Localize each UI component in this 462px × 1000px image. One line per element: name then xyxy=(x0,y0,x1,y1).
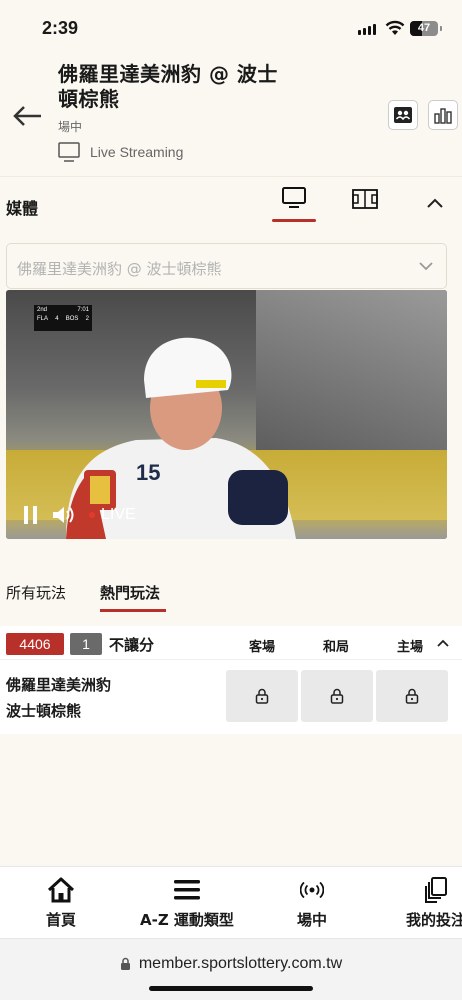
market-header[interactable]: 4406 1 不讓分 客場 和局 主場 xyxy=(0,626,462,660)
away-score: 4 xyxy=(55,316,59,322)
nav-my-bets-label: 我的投注 xyxy=(406,911,462,929)
tab-popular-markets[interactable]: 熱門玩法 xyxy=(100,582,160,603)
scoreboard: 2nd 7:01 FLA 4 BOS 2 xyxy=(34,305,92,331)
away-team-name: 佛羅里達美洲豹 xyxy=(6,676,112,694)
wifi-icon xyxy=(385,20,405,35)
nav-sports-az[interactable]: A-Z 運動類型 xyxy=(140,877,234,930)
bar-chart-icon xyxy=(434,108,452,124)
market-code-badge: 4406 xyxy=(6,633,64,655)
page-title: 佛羅里達美洲豹 @ 波士頓棕熊 xyxy=(58,62,278,111)
nav-home[interactable]: 首頁 xyxy=(46,877,76,930)
bet-type-tabs: 所有玩法 熱門玩法 xyxy=(0,560,462,616)
column-draw: 和局 xyxy=(323,640,350,655)
battery-level: 47 xyxy=(417,22,431,34)
home-icon xyxy=(47,877,75,903)
home-team-abbr: BOS xyxy=(65,316,79,322)
video-player[interactable]: 15 2nd 7:01 FLA 4 BOS 2 LIVE xyxy=(6,290,447,539)
tab-all-markets[interactable]: 所有玩法 xyxy=(6,582,66,603)
video-controls: LIVE xyxy=(24,505,136,525)
video-tab-indicator xyxy=(272,219,316,222)
stream-select[interactable]: 佛羅里達美洲豹 @ 波士頓棕熊 xyxy=(6,243,447,289)
nav-in-play[interactable]: 場中 xyxy=(297,877,327,930)
browser-url-bar[interactable]: member.sportslottery.com.tw xyxy=(0,938,462,1000)
battery-icon: 47 xyxy=(410,21,442,36)
odds-button-draw[interactable] xyxy=(301,670,373,722)
lock-icon xyxy=(120,957,130,970)
market-card: 4406 1 不讓分 客場 和局 主場 佛羅里達美洲豹 波士頓棕熊 xyxy=(0,626,462,734)
back-arrow-icon[interactable] xyxy=(13,105,43,127)
market-teams: 佛羅里達美洲豹 波士頓棕熊 xyxy=(6,672,111,724)
market-number-badge: 1 xyxy=(70,633,102,655)
stream-select-value: 佛羅里達美洲豹 @ 波士頓棕熊 xyxy=(17,260,222,278)
cellular-signal-icon xyxy=(358,24,376,35)
market-name: 不讓分 xyxy=(109,636,155,654)
lineup-button[interactable] xyxy=(388,100,418,130)
live-indicator: LIVE xyxy=(89,506,136,524)
url-text: member.sportslottery.com.tw xyxy=(138,955,343,972)
home-team-name: 波士頓棕熊 xyxy=(6,702,82,720)
match-status: 場中 xyxy=(58,120,83,134)
lock-icon xyxy=(255,688,269,704)
chevron-up-icon[interactable] xyxy=(437,639,449,647)
statistics-button[interactable] xyxy=(428,100,458,130)
tv-icon xyxy=(58,142,80,162)
match-header: 佛羅里達美洲豹 @ 波士頓棕熊 場中 Live Streaming xyxy=(0,58,462,176)
column-home: 主場 xyxy=(397,640,424,655)
nav-home-label: 首頁 xyxy=(46,911,77,929)
live-dot-icon xyxy=(89,512,95,518)
live-streaming-link[interactable]: Live Streaming xyxy=(58,142,183,162)
chevron-up-icon[interactable] xyxy=(426,197,444,209)
pause-icon[interactable] xyxy=(24,506,37,524)
video-tab-icon[interactable] xyxy=(282,187,306,209)
chevron-down-icon xyxy=(419,262,433,271)
live-streaming-label: Live Streaming xyxy=(90,144,184,160)
odds-button-away[interactable] xyxy=(226,670,298,722)
home-score: 2 xyxy=(85,316,89,322)
field-tracker-icon[interactable] xyxy=(352,189,378,209)
live-broadcast-icon xyxy=(300,877,324,903)
menu-icon xyxy=(173,877,201,903)
home-indicator xyxy=(149,986,313,991)
svg-text:15: 15 xyxy=(136,460,160,485)
active-tab-indicator xyxy=(100,609,166,612)
score-clock: 7:01 xyxy=(77,307,89,313)
status-bar: 2:39 47 xyxy=(0,0,462,58)
nav-sports-az-label: A-Z 運動類型 xyxy=(140,911,234,929)
away-team-abbr: FLA xyxy=(37,316,49,322)
lineup-icon xyxy=(394,107,412,123)
volume-icon[interactable] xyxy=(51,505,75,525)
bets-icon xyxy=(424,877,448,903)
live-label: LIVE xyxy=(101,506,136,523)
score-period: 2nd xyxy=(37,307,48,313)
nav-in-play-label: 場中 xyxy=(297,911,328,929)
nav-my-bets[interactable]: 我的投注 xyxy=(406,877,462,930)
bottom-navigation: 首頁 A-Z 運動類型 場中 我的投注 xyxy=(0,866,462,938)
media-label: 媒體 xyxy=(6,199,39,218)
status-time: 2:39 xyxy=(42,18,79,38)
odds-button-home[interactable] xyxy=(376,670,448,722)
media-bar: 媒體 xyxy=(0,176,462,230)
lock-icon xyxy=(330,688,344,704)
lock-icon xyxy=(405,688,419,704)
column-away: 客場 xyxy=(249,640,276,655)
